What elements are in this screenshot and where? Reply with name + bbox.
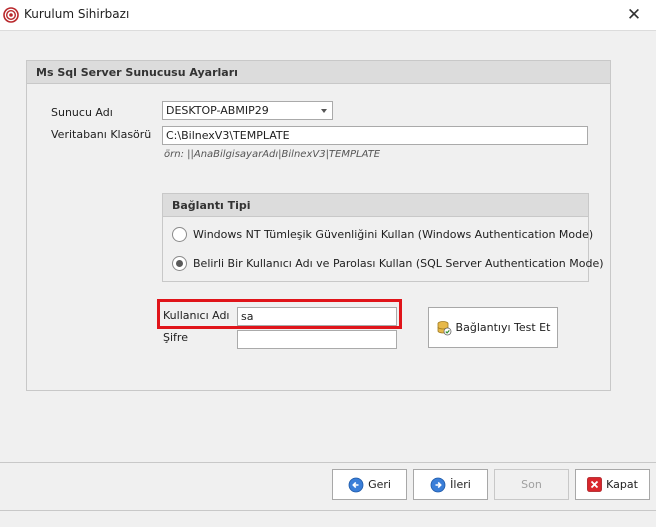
database-folder-hint: örn: ||AnaBilgisayarAdı|BilnexV3|TEMPLAT… — [164, 149, 381, 160]
username-input[interactable] — [237, 307, 397, 326]
windows-auth-option[interactable]: Windows NT Tümleşik Güvenliğini Kullan (… — [172, 227, 593, 242]
back-button[interactable]: Geri — [332, 469, 407, 500]
next-button[interactable]: İleri — [413, 469, 488, 500]
connection-type-title: Bağlantı Tipi — [172, 199, 251, 212]
username-label: Kullanıcı Adı — [163, 309, 230, 322]
back-label: Geri — [368, 478, 391, 491]
group-header: Ms Sql Server Sunucusu Ayarları — [27, 61, 610, 84]
arrow-right-icon — [430, 477, 446, 493]
app-logo-icon — [3, 7, 19, 23]
server-name-value: DESKTOP-ABMIP29 — [166, 104, 269, 117]
close-red-icon — [587, 477, 602, 492]
sql-auth-radio[interactable] — [172, 256, 187, 271]
sql-auth-option[interactable]: Belirli Bir Kullanıcı Adı ve Parolası Ku… — [172, 256, 604, 271]
next-label: İleri — [450, 478, 471, 491]
cancel-label: Kapat — [606, 478, 638, 491]
test-connection-button[interactable]: Bağlantıyı Test Et — [428, 307, 558, 348]
title-bar: Kurulum Sihirbazı ✕ — [0, 0, 656, 30]
window-title: Kurulum Sihirbazı — [24, 7, 130, 21]
connection-type-header: Bağlantı Tipi — [163, 194, 588, 217]
group-title: Ms Sql Server Sunucusu Ayarları — [36, 66, 238, 79]
test-connection-label: Bağlantıyı Test Et — [455, 321, 551, 334]
finish-label: Son — [521, 478, 542, 491]
windows-auth-radio[interactable] — [172, 227, 187, 242]
close-icon[interactable]: ✕ — [620, 3, 648, 27]
connection-type-group: Bağlantı Tipi Windows NT Tümleşik Güvenl… — [162, 193, 604, 282]
password-label: Şifre — [163, 331, 188, 344]
cancel-button[interactable]: Kapat — [575, 469, 650, 500]
database-folder-input[interactable] — [162, 126, 588, 145]
finish-button[interactable]: Son — [494, 469, 569, 500]
server-name-label: Sunucu Adı — [51, 106, 113, 119]
chevron-down-icon[interactable] — [321, 109, 327, 113]
server-name-combobox[interactable]: DESKTOP-ABMIP29 — [162, 101, 333, 120]
windows-auth-label: Windows NT Tümleşik Güvenliğini Kullan (… — [193, 228, 594, 241]
database-check-icon — [436, 320, 452, 336]
database-folder-label: Veritabanı Klasörü — [51, 128, 152, 141]
password-input[interactable] — [237, 330, 397, 349]
setup-wizard-window: Kurulum Sihirbazı ✕ Ms Sql Server Sunucu… — [0, 0, 656, 527]
sql-auth-label: Belirli Bir Kullanıcı Adı ve Parolası Ku… — [193, 257, 604, 270]
arrow-left-icon — [348, 477, 364, 493]
status-bar — [0, 510, 656, 527]
